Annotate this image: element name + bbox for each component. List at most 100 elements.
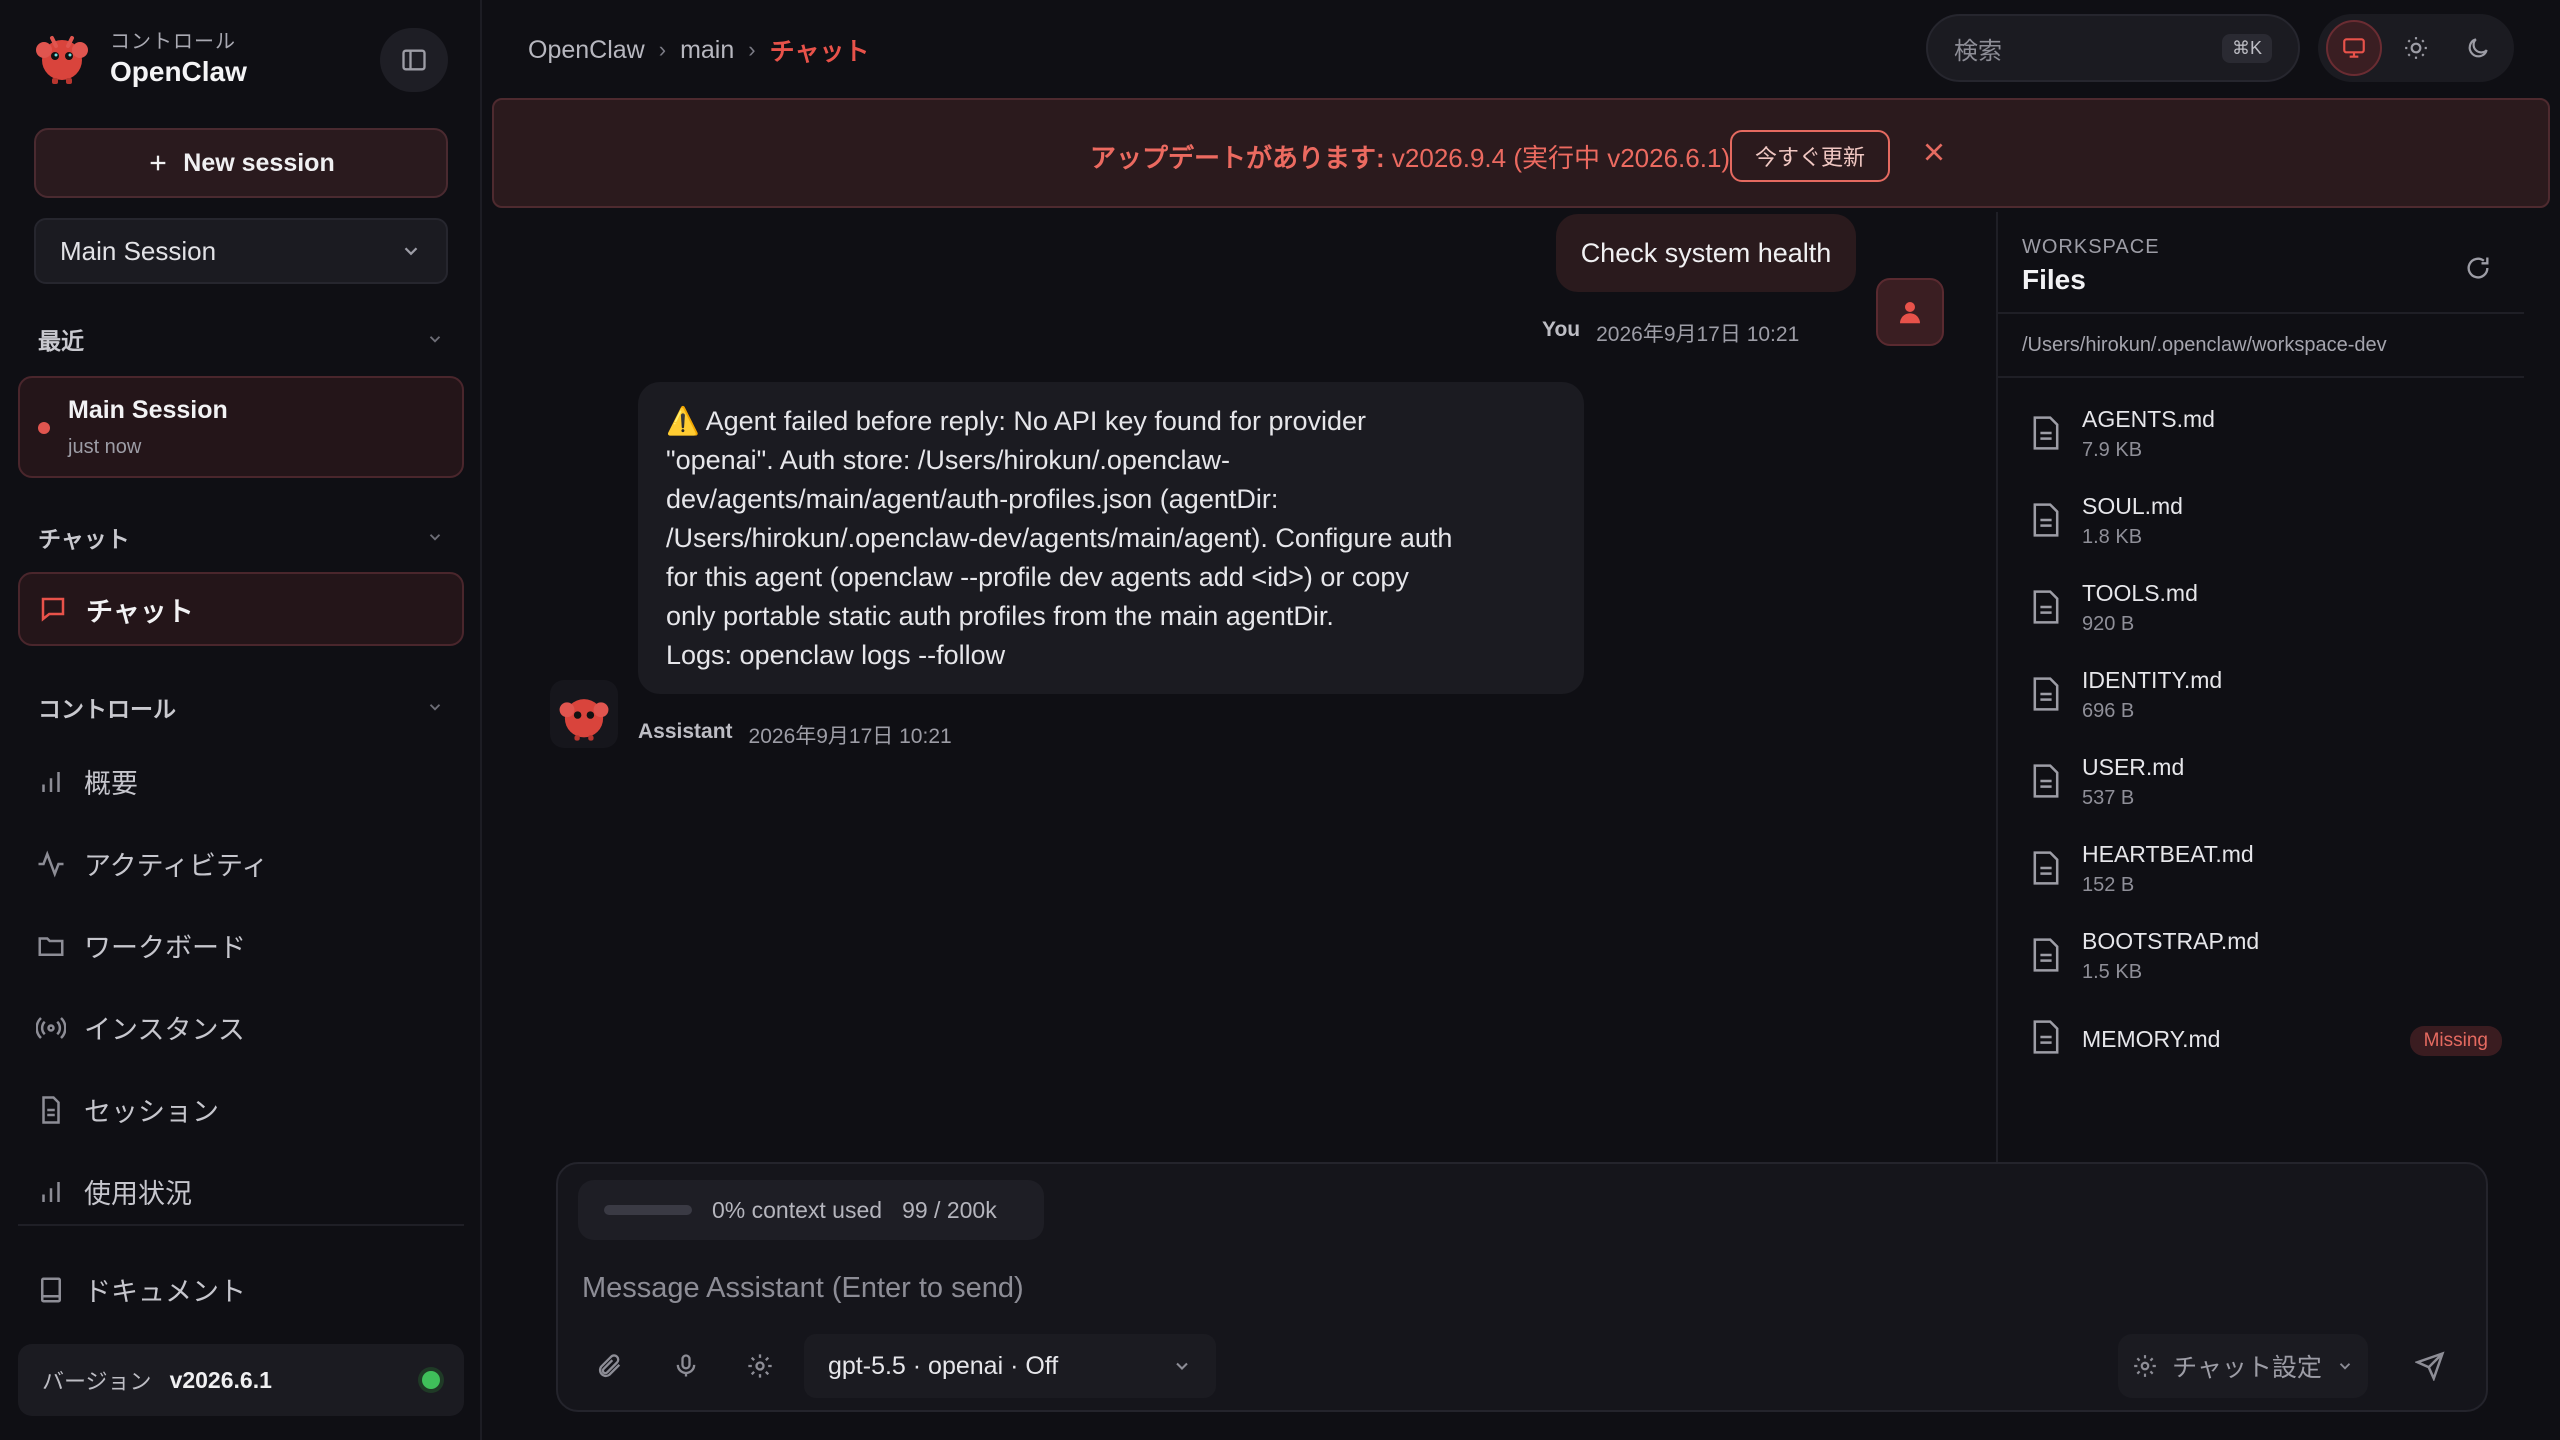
file-name: USER.md bbox=[2082, 754, 2185, 780]
paperclip-icon bbox=[598, 1354, 621, 1378]
user-avatar bbox=[1876, 278, 1944, 346]
chat-settings-button[interactable]: チャット設定 bbox=[2118, 1334, 2368, 1398]
sidebar-item-label: インスタンス bbox=[84, 1015, 245, 1045]
assistant-message-meta: Assistant 2026年9月17日 10:21 bbox=[638, 720, 952, 750]
banner-close-button[interactable] bbox=[1914, 132, 1954, 172]
gear-icon bbox=[2134, 1355, 2156, 1377]
workspace-divider bbox=[1998, 376, 2524, 378]
search-placeholder: 検索 bbox=[1954, 37, 2002, 65]
sidebar-item-docs[interactable]: ドキュメント bbox=[36, 1270, 246, 1309]
sidebar-item-sessions[interactable]: セッション bbox=[36, 1090, 219, 1129]
refresh-icon bbox=[2467, 257, 2489, 279]
file-icon bbox=[2033, 764, 2059, 798]
file-size: 152 B bbox=[2082, 874, 2135, 896]
voice-input-button[interactable] bbox=[664, 1344, 708, 1388]
session-select[interactable]: Main Session bbox=[34, 218, 448, 284]
version-bar: バージョン v2026.6.1 bbox=[18, 1344, 464, 1416]
chevron-down-icon bbox=[2339, 1363, 2351, 1370]
activity-icon bbox=[38, 849, 64, 878]
file-item-soul[interactable]: SOUL.md 1.8 KB bbox=[2032, 493, 2502, 563]
file-icon bbox=[2033, 677, 2059, 711]
assistant-message-line: only portable static auth profiles from … bbox=[666, 601, 1334, 631]
sidebar-item-label: ワークボード bbox=[84, 933, 246, 963]
file-name: MEMORY.md bbox=[2082, 1026, 2221, 1052]
sidebar-item-overview[interactable]: 概要 bbox=[36, 762, 138, 801]
chat-settings-label: チャット設定 bbox=[2172, 1354, 2322, 1382]
search-input[interactable]: 検索 ⌘K bbox=[1926, 14, 2300, 82]
message-input[interactable] bbox=[582, 1258, 2462, 1318]
sidebar-item-activity[interactable]: アクティビティ bbox=[36, 844, 268, 883]
file-item-identity[interactable]: IDENTITY.md 696 B bbox=[2032, 667, 2502, 737]
send-button[interactable] bbox=[2408, 1344, 2452, 1388]
section-control-header[interactable]: コントロール bbox=[38, 690, 444, 724]
file-item-memory[interactable]: MEMORY.md Missing bbox=[2032, 1018, 2502, 1088]
book-icon bbox=[41, 1277, 61, 1302]
file-item-agents[interactable]: AGENTS.md 7.9 KB bbox=[2032, 406, 2502, 476]
file-item-heartbeat[interactable]: HEARTBEAT.md 152 B bbox=[2032, 841, 2502, 911]
sidebar-item-chat[interactable]: チャット bbox=[18, 572, 464, 646]
new-session-button[interactable]: New session bbox=[34, 128, 448, 198]
sidebar-item-label: 使用状況 bbox=[84, 1179, 192, 1209]
user-message-meta: You 2026年9月17日 10:21 bbox=[1542, 318, 1799, 348]
brand-title: OpenClaw bbox=[110, 55, 247, 87]
user-icon bbox=[1900, 302, 1920, 324]
connection-status-dot bbox=[422, 1371, 440, 1389]
sidebar-item-workboard[interactable]: ワークボード bbox=[36, 926, 246, 965]
section-chat-header[interactable]: チャット bbox=[38, 520, 444, 554]
workspace-refresh-button[interactable] bbox=[2458, 248, 2498, 288]
workspace-label: WORKSPACE bbox=[2022, 236, 2160, 258]
sidebar-item-label: ドキュメント bbox=[84, 1277, 246, 1307]
recent-session-item[interactable]: Main Session just now bbox=[18, 376, 464, 478]
search-shortcut: ⌘K bbox=[2221, 33, 2272, 63]
file-size: 1.8 KB bbox=[2082, 526, 2143, 548]
chevron-down-icon bbox=[404, 247, 418, 256]
session-status-dot bbox=[38, 422, 50, 434]
attach-button[interactable] bbox=[588, 1344, 632, 1388]
file-item-bootstrap[interactable]: BOOTSTRAP.md 1.5 KB bbox=[2032, 928, 2502, 998]
gear-icon bbox=[748, 1354, 772, 1378]
sidebar-item-usage[interactable]: 使用状況 bbox=[36, 1172, 192, 1211]
assistant-message-line: dev/agents/main/agent/auth-profiles.json… bbox=[666, 484, 1279, 514]
folder-icon bbox=[38, 936, 64, 956]
sidebar-collapse-button[interactable] bbox=[380, 28, 448, 92]
file-item-tools[interactable]: TOOLS.md 920 B bbox=[2032, 580, 2502, 650]
recent-session-time: just now bbox=[68, 436, 142, 458]
recent-session-title: Main Session bbox=[68, 396, 228, 424]
file-icon bbox=[2033, 590, 2059, 624]
sun-icon bbox=[2405, 37, 2427, 59]
theme-dark-button[interactable] bbox=[2450, 20, 2506, 76]
file-size: 537 B bbox=[2082, 787, 2135, 809]
brand-subtitle: コントロール bbox=[110, 30, 236, 53]
breadcrumb-item-main[interactable]: main bbox=[680, 36, 734, 65]
sidebar-item-instances[interactable]: インスタンス bbox=[36, 1008, 245, 1047]
sidebar-item-label: セッション bbox=[84, 1097, 219, 1127]
file-name: BOOTSTRAP.md bbox=[2082, 928, 2260, 954]
assistant-avatar bbox=[550, 680, 618, 748]
breadcrumb-current: チャット bbox=[769, 38, 870, 66]
file-size: 920 B bbox=[2082, 613, 2135, 635]
microphone-icon bbox=[676, 1354, 696, 1377]
update-banner-message: v2026.9.4 (実行中 v2026.6.1). bbox=[1384, 143, 1738, 173]
breadcrumb: OpenClaw › main › チャット bbox=[528, 32, 869, 68]
session-select-value: Main Session bbox=[60, 235, 217, 266]
theme-system-button[interactable] bbox=[2326, 20, 2382, 76]
assistant-message-line: /Users/hirokun/.openclaw-dev/agents/main… bbox=[666, 523, 1453, 553]
update-banner-text: アップデートがあります: v2026.9.4 (実行中 v2026.6.1). bbox=[1090, 138, 1737, 175]
user-message-time: 2026年9月17日 10:21 bbox=[1596, 323, 1800, 346]
section-recent-title: 最近 bbox=[38, 328, 84, 354]
file-item-user[interactable]: USER.md 537 B bbox=[2032, 754, 2502, 824]
brand[interactable]: コントロール OpenClaw bbox=[30, 24, 247, 88]
section-recent-header[interactable]: 最近 bbox=[38, 322, 444, 356]
composer-settings-button[interactable] bbox=[738, 1344, 782, 1388]
sidebar-item-label: 概要 bbox=[84, 769, 138, 799]
model-select[interactable]: gpt-5.5 · openai · Off bbox=[804, 1334, 1216, 1398]
update-now-button[interactable]: 今すぐ更新 bbox=[1730, 130, 1890, 182]
file-name: IDENTITY.md bbox=[2082, 667, 2223, 693]
breadcrumb-separator: › bbox=[658, 37, 667, 62]
workspace-panel: WORKSPACE Files /Users/hirokun/.openclaw… bbox=[1996, 212, 2524, 1162]
bar-chart-icon bbox=[42, 1181, 60, 1202]
user-message-bubble: Check system health bbox=[1556, 214, 1856, 292]
theme-light-button[interactable] bbox=[2388, 20, 2444, 76]
breadcrumb-item-openclaw[interactable]: OpenClaw bbox=[528, 36, 645, 65]
file-name: TOOLS.md bbox=[2082, 580, 2198, 606]
